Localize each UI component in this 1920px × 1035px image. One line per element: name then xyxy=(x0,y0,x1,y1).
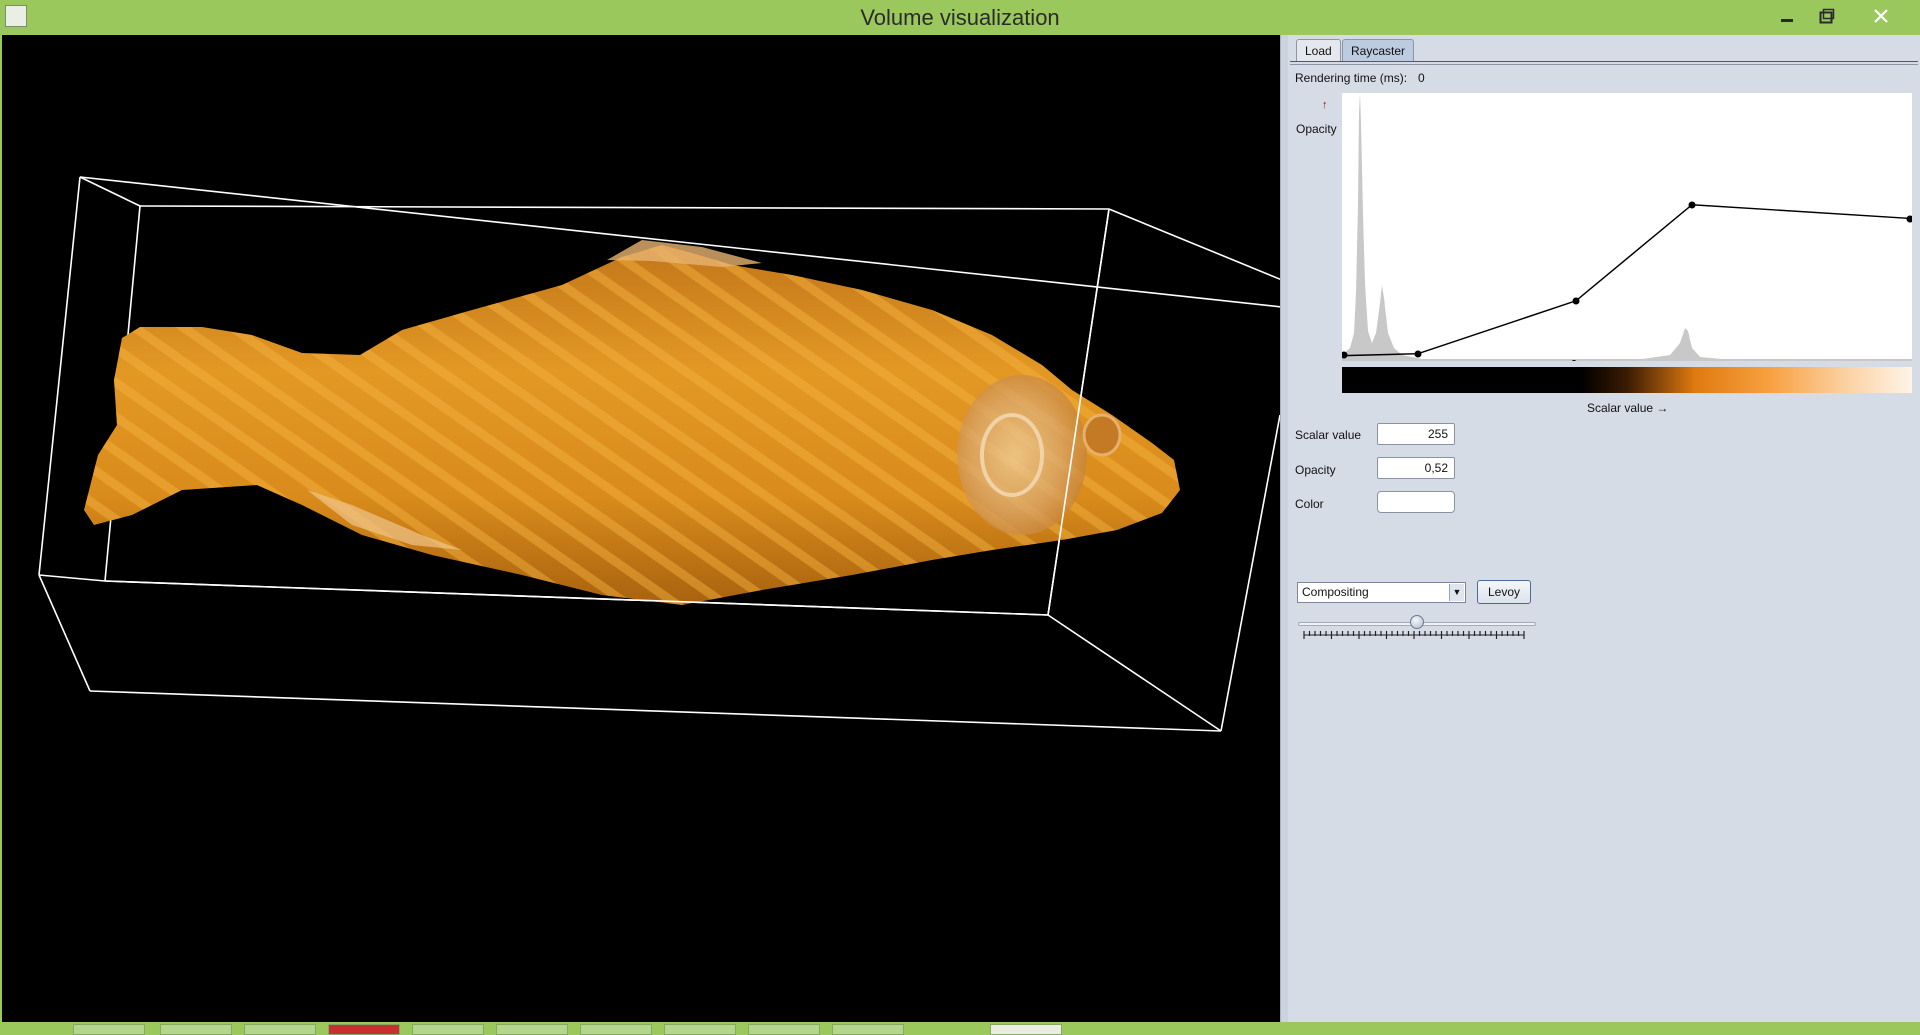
minimize-icon xyxy=(1781,19,1793,22)
tab-load[interactable]: Load xyxy=(1296,39,1341,61)
scalar-axis-label: Scalar value → xyxy=(1587,401,1669,415)
render-slider-thumb[interactable] xyxy=(1410,615,1424,629)
scalar-value-field[interactable]: 255 xyxy=(1377,423,1455,445)
control-panel: Load Raycaster Rendering time (ms): 0 ↑ … xyxy=(1288,35,1920,1022)
slider-ticks xyxy=(1303,631,1525,639)
chevron-down-icon[interactable]: ▼ xyxy=(1449,584,1464,601)
taskbar-item[interactable] xyxy=(832,1024,904,1035)
tab-divider xyxy=(1290,61,1918,65)
taskbar-item[interactable] xyxy=(412,1024,484,1035)
transfer-function-canvas xyxy=(1340,93,1914,366)
taskbar-item[interactable] xyxy=(73,1024,145,1035)
taskbar-item[interactable] xyxy=(748,1024,820,1035)
control-point[interactable] xyxy=(1688,201,1696,209)
taskbar-item[interactable] xyxy=(664,1024,736,1035)
opacity-axis-label: Opacity xyxy=(1296,122,1337,136)
split-pane-divider[interactable] xyxy=(1280,35,1288,1022)
opacity-axis-arrow: ↑ xyxy=(1322,99,1328,111)
volume-render-viewport[interactable] xyxy=(2,35,1280,1022)
minimize-button[interactable] xyxy=(1770,0,1804,32)
maximize-button[interactable] xyxy=(1810,0,1844,32)
maximize-icon xyxy=(1819,8,1835,24)
title-bar: Volume visualization xyxy=(0,0,1920,35)
transfer-function-editor[interactable] xyxy=(1340,93,1914,366)
control-point[interactable] xyxy=(1572,297,1580,305)
histogram xyxy=(1342,93,1912,361)
tab-raycaster[interactable]: Raycaster xyxy=(1342,39,1415,61)
volume-render-canvas xyxy=(38,176,1280,732)
window-title: Volume visualization xyxy=(860,5,1060,30)
control-point[interactable] xyxy=(1906,215,1914,223)
levoy-button[interactable]: Levoy xyxy=(1477,580,1531,604)
close-button[interactable] xyxy=(1857,0,1905,32)
scalar-value-label: Scalar value xyxy=(1295,428,1362,442)
taskbar-item[interactable] xyxy=(328,1024,400,1035)
rendering-time-label: Rendering time (ms): xyxy=(1295,71,1408,85)
taskbar-item[interactable] xyxy=(160,1024,232,1035)
control-point[interactable] xyxy=(1414,350,1422,358)
rendering-time-value: 0 xyxy=(1418,71,1425,85)
taskbar-item[interactable] xyxy=(580,1024,652,1035)
taskbar xyxy=(0,1022,1920,1035)
color-label: Color xyxy=(1295,497,1324,511)
render-mode-select[interactable]: Compositing ▼ xyxy=(1297,582,1466,603)
opacity-field[interactable]: 0,52 xyxy=(1377,457,1455,479)
taskbar-item-active[interactable] xyxy=(990,1024,1062,1035)
close-icon xyxy=(1874,9,1888,23)
opacity-control-points[interactable] xyxy=(1340,201,1914,366)
colormap-strip xyxy=(1342,367,1912,393)
opacity-curve xyxy=(1343,203,1911,357)
taskbar-item[interactable] xyxy=(244,1024,316,1035)
fish-volume xyxy=(84,240,1180,605)
opacity-label: Opacity xyxy=(1295,463,1336,477)
taskbar-item[interactable] xyxy=(496,1024,568,1035)
color-swatch-button[interactable] xyxy=(1377,491,1455,513)
render-mode-selected: Compositing xyxy=(1302,585,1369,599)
